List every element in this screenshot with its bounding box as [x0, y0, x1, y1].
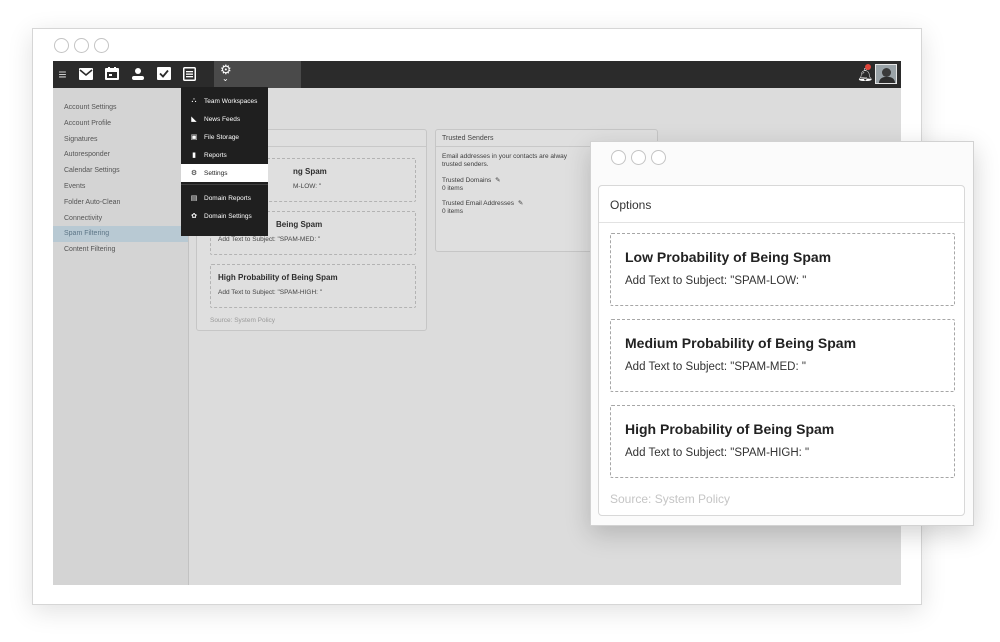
- spam-option-low[interactable]: Low Probability of Being Spam Add Text t…: [610, 233, 955, 306]
- trusted-addresses-count: 0 items: [442, 208, 463, 215]
- spam-option-subtitle: Add Text to Subject: "SPAM-MED: ": [625, 361, 806, 373]
- domain-settings-icon: ✿: [191, 213, 197, 220]
- sidebar-item-spam-filtering[interactable]: Spam Filtering: [53, 226, 188, 243]
- menu-item-label: Reports: [204, 151, 227, 159]
- spam-option-title: ng Spam: [293, 167, 327, 176]
- menu-item-settings[interactable]: ⚙ Settings: [181, 164, 268, 182]
- sidebar-item-account-profile[interactable]: Account Profile: [53, 116, 188, 132]
- spam-option-subtitle: Add Text to Subject: "SPAM-HIGH: ": [218, 289, 323, 296]
- trusted-addresses-label: Trusted Email Addresses: [442, 200, 515, 207]
- menu-item-label: News Feeds: [204, 115, 241, 123]
- window-controls: [611, 150, 666, 165]
- spam-option-subtitle: Add Text to Subject: "SPAM-MED: ": [218, 236, 321, 243]
- sidebar-item-content-filtering[interactable]: Content Filtering: [53, 242, 188, 258]
- sidebar-item-signatures[interactable]: Signatures: [53, 132, 188, 148]
- menu-item-label: Domain Reports: [204, 194, 251, 202]
- menu-item-label: Settings: [204, 169, 228, 177]
- sidebar-item-connectivity[interactable]: Connectivity: [53, 211, 188, 227]
- menu-item-file-storage[interactable]: ▣ File Storage: [181, 128, 268, 146]
- calendar-icon[interactable]: [103, 65, 120, 82]
- menu-item-label: Team Workspaces: [204, 97, 258, 105]
- spam-option-high[interactable]: High Probability of Being Spam Add Text …: [610, 405, 955, 478]
- top-navigation-bar: ≡ ⚙ ⌄ 🔔︎: [53, 61, 901, 88]
- spam-option-title: Medium Probability of Being Spam: [625, 335, 857, 351]
- settings-dropdown-menu: ⛬ Team Workspaces ◣ News Feeds ▣ File Storage…: [181, 87, 268, 236]
- menu-item-news-feeds[interactable]: ◣ News Feeds: [181, 110, 268, 128]
- options-source: Source: System Policy: [210, 317, 276, 324]
- options-zoom-window: Options Low Probability of Being Spam Ad…: [590, 141, 974, 526]
- menu-item-label: File Storage: [204, 133, 240, 141]
- notification-badge: [865, 64, 871, 70]
- notes-icon[interactable]: [181, 65, 198, 82]
- menu-divider: [181, 184, 268, 185]
- sidebar-item-account-settings[interactable]: Account Settings: [53, 100, 188, 116]
- window-maximize-button[interactable]: [94, 38, 109, 53]
- bar-chart-icon: ▮: [192, 152, 196, 159]
- divider: [599, 222, 964, 223]
- chevron-down-icon: ⌄: [222, 74, 229, 83]
- trusted-senders-description-2: trusted senders.: [442, 161, 489, 168]
- spam-option-title: Being Spam: [276, 220, 323, 229]
- spam-option-high[interactable]: High Probability of Being Spam Add Text …: [210, 264, 416, 308]
- window-close-button[interactable]: [54, 38, 69, 53]
- window-controls: [54, 38, 109, 53]
- sidebar-item-folder-auto-clean[interactable]: Folder Auto-Clean: [53, 195, 188, 211]
- trusted-domains-label: Trusted Domains: [442, 177, 492, 184]
- spam-option-subtitle: Add Text to Subject: "SPAM-HIGH: ": [625, 447, 810, 459]
- mail-icon[interactable]: [77, 65, 94, 82]
- spam-option-subtitle: M-LOW: ": [293, 183, 322, 190]
- edit-pencil-icon[interactable]: ✎: [518, 200, 523, 207]
- tasks-icon[interactable]: [155, 65, 172, 82]
- menu-item-team-workspaces[interactable]: ⛬ Team Workspaces: [181, 92, 268, 110]
- window-minimize-button[interactable]: [631, 150, 646, 165]
- domain-reports-icon: ▤: [190, 195, 198, 202]
- trusted-senders-description: Email addresses in your contacts are alw…: [442, 153, 568, 160]
- window-maximize-button[interactable]: [651, 150, 666, 165]
- contacts-icon[interactable]: [129, 65, 146, 82]
- menu-item-domain-settings[interactable]: ✿ Domain Settings: [181, 207, 268, 225]
- window-minimize-button[interactable]: [74, 38, 89, 53]
- spam-option-title: High Probability of Being Spam: [218, 273, 338, 282]
- file-storage-icon: ▣: [190, 134, 198, 141]
- sidebar-item-events[interactable]: Events: [53, 179, 188, 195]
- avatar[interactable]: [875, 64, 897, 84]
- trusted-domains-count: 0 items: [442, 185, 463, 192]
- settings-sidebar: Account Settings Account Profile Signature…: [53, 88, 189, 585]
- trusted-domains-row[interactable]: Trusted Domains ✎: [442, 176, 501, 184]
- trusted-addresses-row[interactable]: Trusted Email Addresses ✎: [442, 199, 523, 207]
- menu-icon[interactable]: ≡: [54, 65, 71, 82]
- settings-menu-button[interactable]: ⚙ ⌄: [214, 61, 301, 88]
- options-source: Source: System Policy: [610, 492, 731, 506]
- menu-item-domain-reports[interactable]: ▤ Domain Reports: [181, 189, 268, 207]
- edit-pencil-icon[interactable]: ✎: [495, 177, 500, 184]
- options-panel-title: Options: [610, 198, 652, 212]
- spam-option-title: High Probability of Being Spam: [625, 421, 835, 437]
- gear-icon: ⚙: [190, 170, 198, 177]
- team-workspaces-icon: ⛬: [191, 97, 197, 104]
- rss-icon: ◣: [191, 116, 197, 123]
- menu-item-label: Domain Settings: [204, 212, 252, 220]
- spam-option-title: Low Probability of Being Spam: [625, 249, 832, 265]
- sidebar-item-calendar-settings[interactable]: Calendar Settings: [53, 163, 188, 179]
- spam-option-subtitle: Add Text to Subject: "SPAM-LOW: ": [625, 275, 807, 287]
- sidebar-item-autoresponder[interactable]: Autoresponder: [53, 147, 188, 163]
- options-panel-zoomed: Options Low Probability of Being Spam Ad…: [598, 185, 965, 516]
- spam-option-medium[interactable]: Medium Probability of Being Spam Add Tex…: [610, 319, 955, 392]
- window-close-button[interactable]: [611, 150, 626, 165]
- menu-item-reports[interactable]: ▮ Reports: [181, 146, 268, 164]
